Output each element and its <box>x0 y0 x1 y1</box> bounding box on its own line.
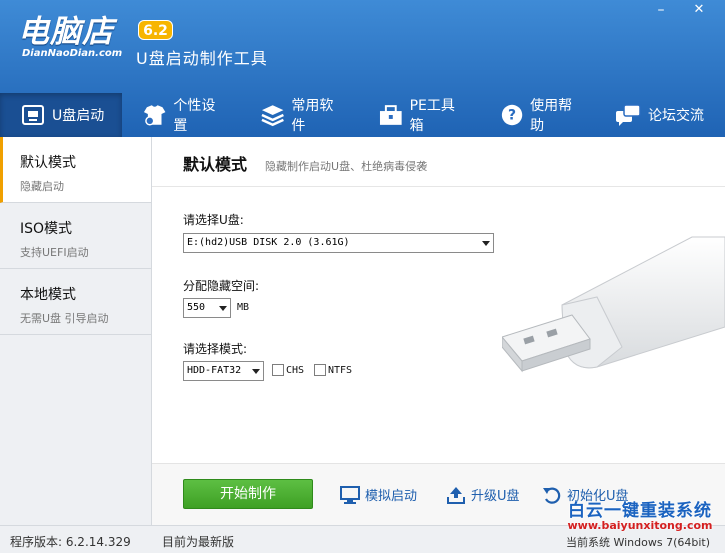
tab-help[interactable]: ? 使用帮助 <box>480 93 594 137</box>
tab-label: U盘启动 <box>52 108 105 124</box>
watermark-title: 白云一键重装系统 <box>568 501 712 521</box>
chs-label: CHS <box>286 365 305 376</box>
chevron-down-icon <box>219 306 227 311</box>
mode-select-label: 请选择模式: <box>183 342 248 356</box>
app-logo: 电脑店 DianNaoDian.com <box>18 14 122 59</box>
tab-label: PE工具箱 <box>409 98 455 134</box>
main-nav: U盘启动 个性设置 常用软件 PE工具箱 ? 使用帮助 论坛交流 <box>0 93 725 137</box>
page-description: 隐藏制作启动U盘、杜绝病毒侵袭 <box>265 160 428 173</box>
mode-select[interactable]: HDD-FAT32 <box>183 361 264 381</box>
tab-label: 论坛交流 <box>648 108 704 124</box>
page-title: 默认模式 <box>183 155 248 174</box>
usb-drive-illustration <box>502 236 725 373</box>
chat-icon <box>616 104 641 126</box>
ntfs-label: NTFS <box>328 365 353 376</box>
hidden-space-value: 550 <box>187 302 206 313</box>
main-panel: 默认模式 隐藏制作启动U盘、杜绝病毒侵袭 请选择U盘: E:(hd2)USB D… <box>152 137 725 525</box>
sidebar-item-subtitle: 隐藏启动 <box>20 180 64 193</box>
sidebar-item-subtitle: 无需U盘 引导启动 <box>20 312 109 325</box>
minimize-button[interactable]: – <box>646 0 676 22</box>
ntfs-checkbox[interactable] <box>314 364 326 376</box>
simulate-boot-label: 模拟启动 <box>365 489 418 504</box>
sidebar-item-local-mode[interactable]: 本地模式 无需U盘 引导启动 <box>0 269 151 335</box>
tab-forum[interactable]: 论坛交流 <box>594 93 725 137</box>
logo-subtext: DianNaoDian.com <box>22 48 123 59</box>
usb-select-label: 请选择U盘: <box>183 213 244 227</box>
logo-text: 电脑店 <box>18 14 114 50</box>
upload-icon <box>447 486 465 504</box>
hidden-space-label: 分配隐藏空间: <box>183 279 260 293</box>
tab-common-software[interactable]: 常用软件 <box>240 93 358 137</box>
program-version: 程序版本: 6.2.14.329 <box>10 535 131 549</box>
usb-drive-select[interactable]: E:(hd2)USB DISK 2.0 (3.61G) <box>183 233 494 253</box>
version-badge: 6.2 <box>138 20 173 40</box>
tab-label: 使用帮助 <box>530 98 573 134</box>
upgrade-usb-button[interactable]: 升级U盘 <box>446 485 520 504</box>
main-header: 默认模式 隐藏制作启动U盘、杜绝病毒侵袭 <box>152 137 725 187</box>
help-icon: ? <box>501 104 523 126</box>
hidden-space-select[interactable]: 550 <box>183 298 231 318</box>
app-title: U盘启动制作工具 <box>136 49 268 68</box>
close-button[interactable]: ✕ <box>684 0 714 22</box>
current-os: 当前系统 Windows 7(64bit) <box>566 536 711 549</box>
watermark: 白云一键重装系统 www.baiyunxitong.com <box>555 496 725 532</box>
sidebar-item-title: 本地模式 <box>20 287 76 303</box>
app-header: 电脑店 DianNaoDian.com 6.2 U盘启动制作工具 – ✕ U盘启… <box>0 0 725 137</box>
sidebar-item-iso-mode[interactable]: ISO模式 支持UEFI启动 <box>0 203 151 269</box>
sidebar-item-subtitle: 支持UEFI启动 <box>20 246 89 259</box>
stack-icon <box>261 105 284 127</box>
tab-label: 常用软件 <box>291 98 334 134</box>
chs-checkbox[interactable] <box>272 364 284 376</box>
svg-text:?: ? <box>508 108 516 124</box>
watermark-url: www.baiyunxitong.com <box>567 519 713 532</box>
usb-drive-value: E:(hd2)USB DISK 2.0 (3.61G) <box>187 237 350 248</box>
mode-sidebar: 默认模式 隐藏启动 ISO模式 支持UEFI启动 本地模式 无需U盘 引导启动 <box>0 137 152 525</box>
tab-usb-boot[interactable]: U盘启动 <box>0 93 122 137</box>
upgrade-usb-label: 升级U盘 <box>471 489 520 504</box>
shirt-gear-icon <box>143 105 166 126</box>
sidebar-item-title: ISO模式 <box>20 221 73 237</box>
tab-pe-toolbox[interactable]: PE工具箱 <box>358 93 480 137</box>
simulate-boot-button[interactable]: 模拟启动 <box>340 485 417 504</box>
hidden-space-unit: MB <box>237 302 250 313</box>
toolbox-icon <box>379 105 402 125</box>
chevron-down-icon <box>252 369 260 374</box>
chevron-down-icon <box>482 241 490 246</box>
usb-icon <box>22 105 44 125</box>
start-build-button[interactable]: 开始制作 <box>183 479 313 509</box>
sidebar-item-default-mode[interactable]: 默认模式 隐藏启动 <box>0 137 151 203</box>
tab-personalize[interactable]: 个性设置 <box>122 93 240 137</box>
tab-label: 个性设置 <box>173 98 216 134</box>
monitor-icon <box>340 485 360 504</box>
sidebar-item-title: 默认模式 <box>20 155 76 171</box>
mode-value: HDD-FAT32 <box>187 365 242 376</box>
update-status: 目前为最新版 <box>162 535 235 549</box>
